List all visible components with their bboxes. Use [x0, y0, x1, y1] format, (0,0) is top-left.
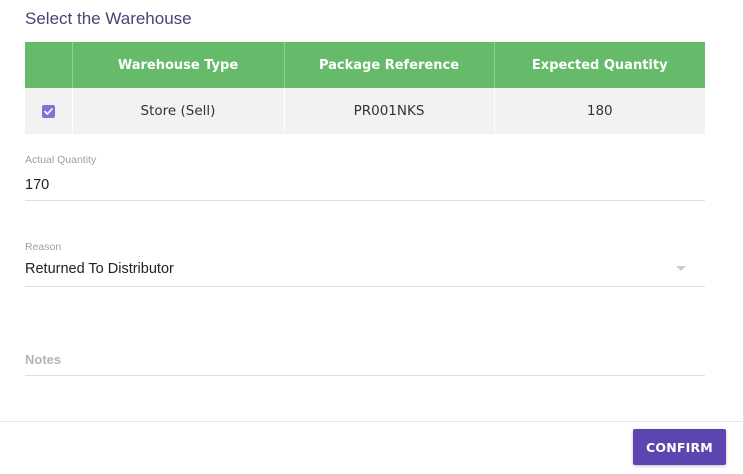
confirm-button[interactable]: CONFIRM — [633, 429, 726, 465]
row-checkbox[interactable] — [41, 104, 55, 118]
table-row[interactable]: Store (Sell) PR001NKS 180 — [25, 88, 705, 134]
actual-quantity-input[interactable]: 170 — [25, 177, 49, 193]
notes-placeholder[interactable]: Notes — [25, 352, 61, 367]
notes-field[interactable]: Notes — [25, 348, 705, 376]
cell-package-reference: PR001NKS — [283, 88, 494, 134]
dropdown-arrow-icon[interactable] — [676, 266, 686, 271]
reason-selected-value[interactable]: Returned To Distributor — [25, 261, 174, 277]
warehouse-dialog: Select the Warehouse Warehouse Type Pack… — [0, 0, 744, 474]
column-header-expected-quantity: Expected Quantity — [493, 42, 705, 88]
column-header-package-reference: Package Reference — [283, 42, 494, 88]
footer-divider — [0, 421, 744, 422]
cell-warehouse-type: Store (Sell) — [71, 88, 284, 134]
checkmark-icon — [43, 107, 53, 115]
cell-expected-quantity: 180 — [493, 88, 705, 134]
actual-quantity-label: Actual Quantity — [25, 154, 97, 166]
row-select-cell — [25, 88, 72, 134]
section-title: Select the Warehouse — [25, 9, 192, 28]
table-header-row: Warehouse Type Package Reference Expecte… — [25, 42, 705, 88]
warehouse-table: Warehouse Type Package Reference Expecte… — [25, 42, 705, 134]
reason-select[interactable]: Reason Returned To Distributor — [25, 241, 705, 287]
column-header-warehouse-type: Warehouse Type — [71, 42, 284, 88]
reason-label: Reason — [25, 241, 62, 253]
actual-quantity-field[interactable]: Actual Quantity 170 — [25, 154, 705, 201]
column-header-select — [25, 42, 72, 88]
